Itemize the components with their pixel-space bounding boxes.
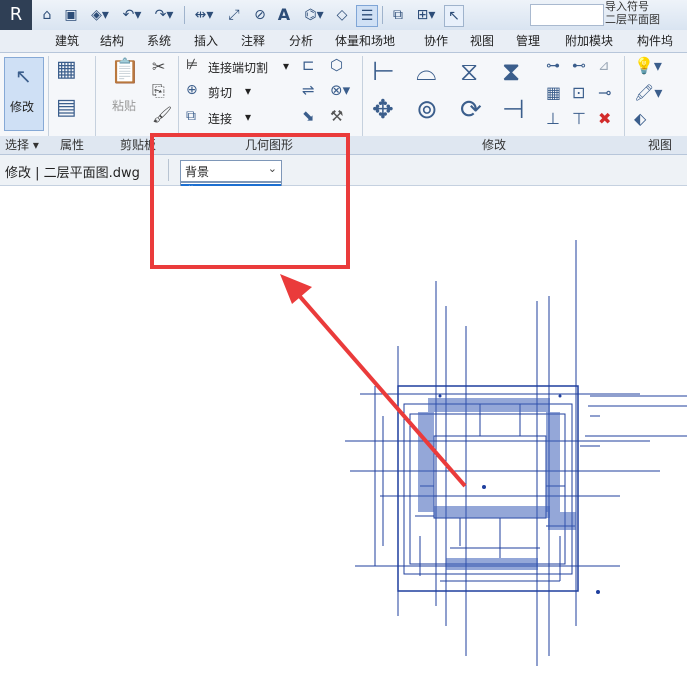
tag-icon[interactable]: ⊘ xyxy=(250,5,270,25)
linework-icon[interactable]: ⬖ xyxy=(634,111,646,127)
type-properties-icon[interactable]: ▦ xyxy=(56,59,77,81)
move-icon[interactable]: ✥ xyxy=(372,97,394,123)
properties-icon[interactable]: ▤ xyxy=(56,97,77,119)
join-geometry-icon: ⧉ xyxy=(186,108,196,124)
copy-icon[interactable]: ⎘ xyxy=(152,83,165,99)
ribbon-body: ↖ 修改 ▦ ▤ 📋 粘贴 ✂ ⎘ 🖌 ⊭ 连接端切割 ▾ ⊕ 剪切 ▾ ⧉ 连… xyxy=(0,53,687,137)
scale-icon[interactable]: ⊡ xyxy=(572,85,585,101)
toolbar-separator xyxy=(184,6,185,24)
trim-multiple-icon[interactable]: ⊤ xyxy=(572,111,586,127)
trim-single-icon[interactable]: ⊥ xyxy=(546,111,560,127)
split-gap-icon[interactable]: ⊷ xyxy=(572,59,586,73)
join-geometry-label[interactable]: 连接 xyxy=(208,110,232,127)
title-line-2: 二层平面图 xyxy=(605,13,660,26)
panel-modify-label: 修改 xyxy=(482,138,507,152)
tab-insert[interactable]: 插入 xyxy=(194,33,218,50)
split-face-icon[interactable]: ⬡ xyxy=(330,58,343,73)
switch-windows-icon[interactable]: ⊞▾ xyxy=(412,5,440,25)
pin-icon[interactable]: ⊸ xyxy=(598,85,611,101)
open-icon[interactable]: ⌂ xyxy=(38,5,56,25)
toolbar-separator xyxy=(382,6,383,24)
cut-dropdown-icon[interactable]: ▾ xyxy=(245,84,251,98)
rotate-icon[interactable]: ⟳ xyxy=(460,97,482,123)
mirror-axis-icon[interactable]: ⧖ xyxy=(460,59,478,85)
paste-icon[interactable]: 📋 xyxy=(110,59,140,83)
modify-label: 修改 xyxy=(10,100,35,114)
app-logo-icon[interactable]: R xyxy=(0,0,32,30)
close-inactive-icon[interactable]: ⧉ xyxy=(388,5,408,25)
cut-icon[interactable]: ✂ xyxy=(152,59,165,75)
tab-annotate[interactable]: 注释 xyxy=(241,33,265,50)
cut-geometry-label[interactable]: 剪切 xyxy=(208,84,232,101)
paint-icon[interactable]: ⇌ xyxy=(302,83,315,98)
cursor-icon: ↖ xyxy=(15,64,32,88)
panel-properties-label: 属性 xyxy=(60,138,85,152)
paste-label: 粘贴 xyxy=(112,99,137,113)
tab-massing-site[interactable]: 体量和场地 xyxy=(335,33,395,50)
override-graphics-icon[interactable]: 🖍▾ xyxy=(634,85,662,101)
quick-access-toolbar: R ⌂ ▣ ◈▾ ↶▾ ↷▾ ⇹▾ ⤢ ⊘ A ⌬▾ ◇ ☰ ⧉ ⊞▾ ↖ 导入… xyxy=(0,0,687,31)
align-icon[interactable]: ⊢ xyxy=(372,59,395,85)
context-label: 修改 | 二层平面图.dwg xyxy=(5,166,140,181)
modify-button[interactable]: ↖ 修改 xyxy=(4,57,44,131)
search-input[interactable] xyxy=(530,4,604,26)
offset-icon[interactable]: ⌓ xyxy=(416,59,437,85)
title-line-1: 导入符号 xyxy=(605,0,649,13)
join-cut-dropdown-icon[interactable]: ▾ xyxy=(283,59,289,73)
unpin-icon[interactable]: ⊿ xyxy=(598,59,610,73)
tab-manage[interactable]: 管理 xyxy=(516,33,540,50)
sync-icon[interactable]: ◈▾ xyxy=(86,5,114,25)
delete-icon[interactable]: ✖ xyxy=(598,111,611,127)
join-cut-icon: ⊭ xyxy=(186,57,199,73)
tab-component-dock[interactable]: 构件坞 xyxy=(637,33,673,50)
3d-view-icon[interactable]: ⌬▾ xyxy=(300,5,328,25)
tab-analyze[interactable]: 分析 xyxy=(289,33,313,50)
text-icon[interactable]: A xyxy=(274,5,294,25)
section-icon[interactable]: ◇ xyxy=(332,5,352,25)
panel-view-label: 视图 xyxy=(648,138,673,152)
arrow-head xyxy=(280,274,312,304)
highlight-box xyxy=(150,133,350,269)
mirror-draw-icon[interactable]: ⧗ xyxy=(502,59,520,85)
save-icon[interactable]: ▣ xyxy=(62,5,80,25)
split-element-icon[interactable]: ⊶ xyxy=(546,59,560,73)
ribbon-tabs: 建筑 结构 系统 插入 注释 分析 体量和场地 协作 视图 管理 附加模块 构件… xyxy=(0,30,687,53)
join-dropdown-icon[interactable]: ▾ xyxy=(245,110,251,124)
hammer-icon[interactable]: ⚒ xyxy=(330,109,343,124)
copy-elements-icon[interactable]: ⊚ xyxy=(416,97,438,123)
join-cut-label[interactable]: 连接端切割 xyxy=(208,59,268,76)
undo-icon[interactable]: ↶▾ xyxy=(118,5,146,25)
trim-extend-icon[interactable]: ⊣ xyxy=(502,97,525,123)
tab-architecture[interactable]: 建筑 xyxy=(55,33,79,50)
tab-systems[interactable]: 系统 xyxy=(147,33,171,50)
demolish-icon[interactable]: ⬊ xyxy=(302,109,315,124)
select-icon[interactable]: ↖ xyxy=(444,5,464,27)
match-properties-icon[interactable]: 🖌 xyxy=(152,107,172,123)
arrow-shaft xyxy=(294,290,467,488)
remove-paint-icon[interactable]: ⊗▾ xyxy=(330,83,350,98)
tab-view[interactable]: 视图 xyxy=(470,33,494,50)
array-icon[interactable]: ▦ xyxy=(546,85,561,101)
measure-icon[interactable]: ⇹▾ xyxy=(190,5,218,25)
cut-geometry-icon: ⊕ xyxy=(186,82,198,98)
thin-lines-icon[interactable]: ☰ xyxy=(356,5,378,27)
panel-select-label[interactable]: 选择 ▾ xyxy=(5,137,39,153)
hide-bulb-icon[interactable]: 💡▾ xyxy=(634,58,662,74)
dimension-icon[interactable]: ⤢ xyxy=(222,5,246,25)
tab-structure[interactable]: 结构 xyxy=(100,33,124,50)
redo-icon[interactable]: ↷▾ xyxy=(150,5,178,25)
tab-addins[interactable]: 附加模块 xyxy=(565,33,613,50)
tab-collaborate[interactable]: 协作 xyxy=(424,33,448,50)
window-title: 导入符号 二层平面图 xyxy=(605,0,687,30)
wall-joins-icon[interactable]: ⊏ xyxy=(302,58,315,73)
